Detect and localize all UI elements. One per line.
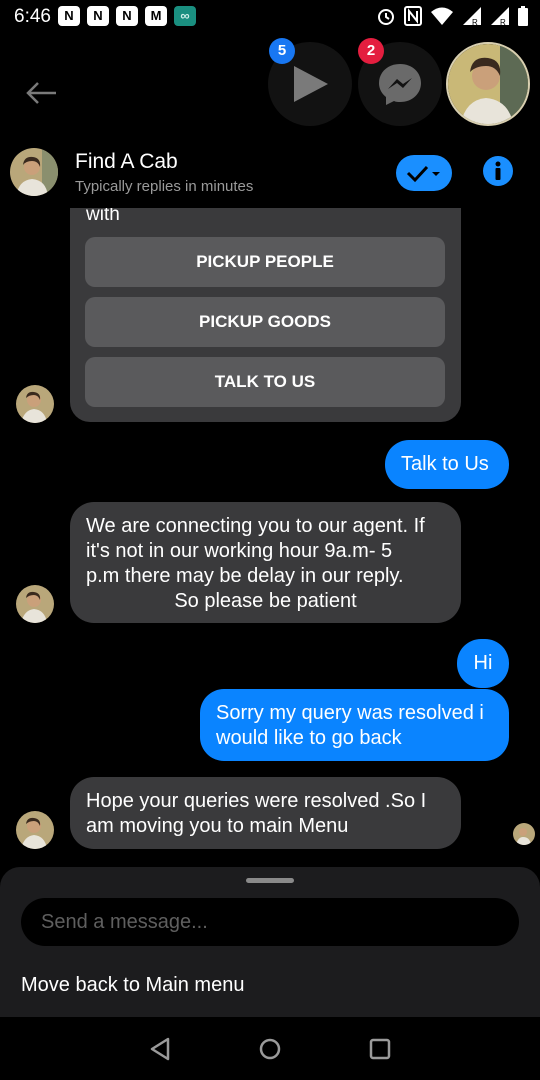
message-line: So please be patient <box>174 590 357 612</box>
status-bar: 6:46 N N N M ∞ R R <box>0 0 540 34</box>
page-subtitle: Typically replies in minutes <box>75 178 254 195</box>
recents-square-icon[interactable] <box>366 1035 394 1063</box>
video-badge: 5 <box>269 38 295 64</box>
nfc-icon <box>404 6 422 26</box>
wifi-icon <box>431 7 453 25</box>
avatar <box>16 585 54 623</box>
message-line: would like to go back <box>216 727 402 749</box>
battery-icon <box>518 6 528 26</box>
pickup-goods-button[interactable]: PICKUP GOODS <box>85 297 445 347</box>
sender-avatar <box>16 811 54 849</box>
message-line: Hope your queries were resolved .So I <box>86 790 427 812</box>
back-arrow-icon[interactable] <box>24 78 58 108</box>
app-notification-icon: ∞ <box>174 6 196 26</box>
news-notification-icon: N <box>58 6 80 26</box>
chat-header: Find A Cab Typically replies in minutes <box>0 136 540 208</box>
system-icons: R R <box>376 6 528 26</box>
sender-avatar <box>16 585 54 623</box>
profile-chathead[interactable] <box>446 42 530 126</box>
news-notification-icon: N <box>87 6 109 26</box>
avatar <box>16 811 54 849</box>
message-list[interactable]: with PICKUP PEOPLE PICKUP GOODS TALK TO … <box>0 208 540 868</box>
drag-handle[interactable] <box>246 878 294 883</box>
quick-reply-card: with PICKUP PEOPLE PICKUP GOODS TALK TO … <box>70 208 461 422</box>
outgoing-message[interactable]: Talk to Us <box>385 440 509 489</box>
page-title: Find A Cab <box>75 150 178 173</box>
pickup-people-button[interactable]: PICKUP PEOPLE <box>85 237 445 287</box>
svg-text:R: R <box>500 18 506 26</box>
signal-icon: R <box>463 7 481 26</box>
page-avatar[interactable] <box>10 148 58 196</box>
svg-text:R: R <box>472 18 478 26</box>
talk-to-us-button[interactable]: TALK TO US <box>85 357 445 407</box>
mark-done-button[interactable] <box>396 155 452 191</box>
outgoing-message[interactable]: Hi <box>457 639 509 688</box>
move-back-main-menu-item[interactable]: Move back to Main menu <box>21 974 244 997</box>
message-input[interactable] <box>21 898 519 946</box>
message-line: it's not in our working hour 9a.m- 5 <box>86 540 393 562</box>
message-line: p.m there may be delay in our reply. <box>86 565 404 587</box>
avatar <box>10 148 58 196</box>
incoming-message[interactable]: We are connecting you to our agent. If i… <box>70 502 461 623</box>
notification-icons: N N N M ∞ <box>58 6 196 26</box>
incoming-message[interactable]: Hope your queries were resolved .So I am… <box>70 777 461 849</box>
message-line: am moving you to main Menu <box>86 815 349 837</box>
card-text: with <box>86 208 120 225</box>
back-triangle-icon[interactable] <box>146 1035 174 1063</box>
seen-indicator-avatar <box>513 823 535 845</box>
alarm-icon <box>378 9 394 25</box>
message-line: We are connecting you to our agent. If <box>86 515 425 537</box>
signal-icon: R <box>491 7 509 26</box>
messenger-badge: 2 <box>358 38 384 64</box>
composer-sheet: Move back to Main menu <box>0 867 540 1017</box>
sender-avatar <box>16 385 54 423</box>
avatar <box>448 44 528 124</box>
navigation-bar <box>0 1017 540 1080</box>
home-circle-icon[interactable] <box>256 1035 284 1063</box>
gmail-notification-icon: M <box>145 6 167 26</box>
message-line: Sorry my query was resolved i <box>216 702 484 724</box>
news-notification-icon: N <box>116 6 138 26</box>
outgoing-message[interactable]: Sorry my query was resolved i would like… <box>200 689 509 761</box>
status-time: 6:46 <box>14 6 51 27</box>
info-icon[interactable] <box>482 155 514 187</box>
avatar <box>16 385 54 423</box>
avatar <box>513 823 535 845</box>
checkmark-dropdown-icon <box>406 165 440 183</box>
